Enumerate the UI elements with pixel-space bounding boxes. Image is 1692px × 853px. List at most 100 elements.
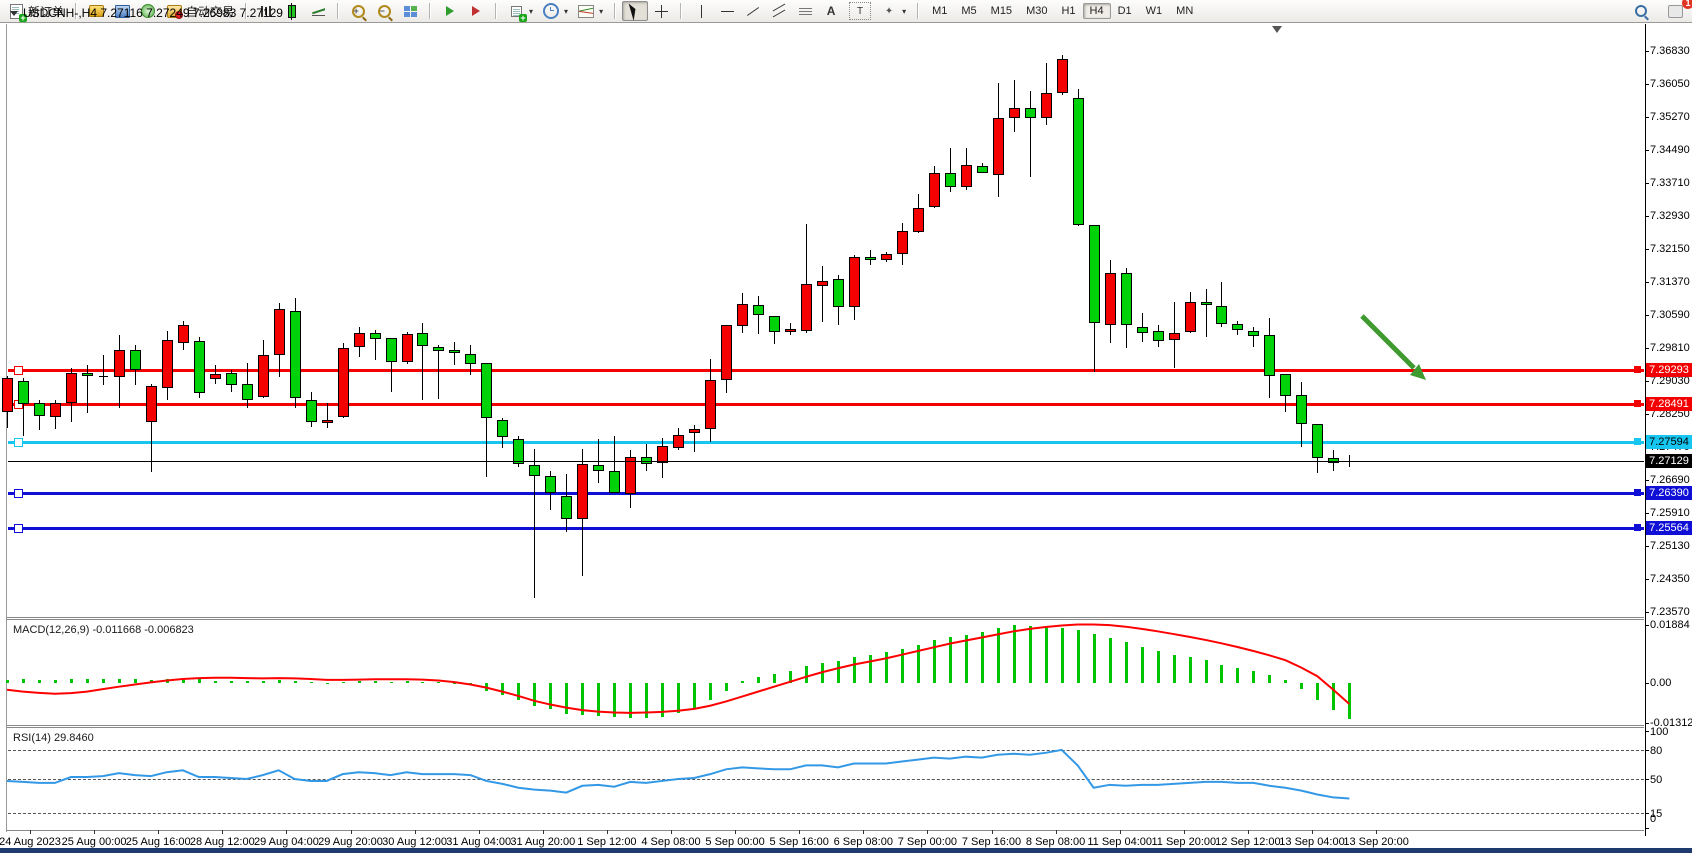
auto-scroll-icon [442,3,458,19]
toolbar-separator [337,3,339,19]
timeframe-w1[interactable]: W1 [1139,3,1170,19]
date-axis-tick [286,830,287,834]
timeframe-h4[interactable]: H4 [1083,3,1111,19]
search-icon [1633,3,1649,19]
date-axis-tick [94,830,95,834]
date-axis-label: 5 Sep 00:00 [705,836,764,848]
timeframe-m1[interactable]: M1 [925,3,954,19]
clock-icon [543,3,559,19]
date-axis-tick [1248,830,1249,834]
tile-windows-button[interactable] [397,1,423,21]
chart-shift-button[interactable] [463,1,489,21]
dropdown-arrow-icon: ▾ [902,7,906,16]
line-chart-mode-button[interactable] [305,1,331,21]
tile-windows-icon [402,3,418,19]
vertical-line-tool-button[interactable] [688,1,714,21]
date-axis-tick [863,830,864,834]
zoom-in-button[interactable]: + [345,1,371,21]
indicator-lines [0,22,1692,848]
date-axis-label: 5 Sep 16:00 [770,836,829,848]
macd-label: MACD(12,26,9) -0.011668 -0.006823 [13,624,194,636]
date-axis-tick [1376,830,1377,834]
date-axis-tick [992,830,993,834]
chart-title-row: USDCNH-,H4 7.27116 7.27249 7.26983 7.271… [10,6,283,20]
zoom-out-icon: − [376,3,392,19]
date-axis-tick [1312,830,1313,834]
status-strip [0,848,1692,853]
date-axis-tick [1056,830,1057,834]
date-axis-tick [479,830,480,834]
toolbar-separator [495,3,497,19]
zoom-in-icon: + [350,3,366,19]
date-axis-label: 7 Sep 16:00 [962,836,1021,848]
date-axis-label: 29 Aug 20:00 [318,836,383,848]
date-axis-tick [415,830,416,834]
zoom-out-button[interactable]: − [371,1,397,21]
timeframe-d1[interactable]: D1 [1111,3,1139,19]
crosshair-tool-button[interactable] [648,1,674,21]
new-chart-button[interactable]: +▾ [503,1,538,21]
text-tool-button[interactable]: A [818,1,844,21]
dropdown-arrow-icon: ▾ [564,7,568,16]
date-axis-label: 29 Aug 04:00 [254,836,319,848]
date-axis-tick [30,830,31,834]
annotation-arrow-line[interactable] [1362,316,1414,368]
arrows-tool-button[interactable]: ✦▾ [876,1,911,21]
toolbar-separator [680,3,682,19]
timeframe-m30[interactable]: M30 [1019,3,1054,19]
chart-window[interactable]: 7.368307.360507.352707.344907.337107.329… [0,22,1692,848]
trading-terminal: { "toolbar": { "new_order_label": "新订单",… [0,0,1692,853]
date-axis-label: 28 Aug 12:00 [190,836,255,848]
date-axis-tick [351,830,352,834]
auto-scroll-button[interactable] [437,1,463,21]
timeframe-mn[interactable]: MN [1169,3,1200,19]
date-axis-label: 1 Sep 12:00 [577,836,636,848]
toolbar-separator [917,3,919,19]
channel-tool-button[interactable] [766,1,792,21]
fibonacci-icon [797,3,813,19]
date-axis-label: 13 Sep 04:00 [1279,836,1344,848]
equidistant-channel-icon [771,3,787,19]
cursor-tool-button[interactable] [622,1,648,21]
dropdown-arrow-icon: ▾ [599,7,603,16]
cursor-icon [627,3,643,19]
toolbar-separator [614,3,616,19]
dropdown-arrow-icon: ▾ [529,7,533,16]
rsi-line [7,750,1349,799]
trendline-tool-button[interactable] [740,1,766,21]
chart-menu-icon[interactable] [10,11,18,16]
template-chart-icon [578,3,594,19]
date-axis-label: 4 Sep 08:00 [641,836,700,848]
search-button[interactable] [1628,1,1654,21]
date-axis-tick [1184,830,1185,834]
date-axis-tick [671,830,672,834]
templates-button[interactable]: ▾ [573,1,608,21]
line-chart-icon [310,3,326,19]
date-axis-label: 6 Sep 08:00 [834,836,893,848]
date-axis-label: 12 Sep 12:00 [1215,836,1280,848]
timeframe-m5[interactable]: M5 [954,3,983,19]
date-axis-tick [927,830,928,834]
date-axis-label: 11 Sep 20:00 [1151,836,1216,848]
toolbar-separator [429,3,431,19]
periods-button[interactable]: ▾ [538,1,573,21]
macd-signal-line [7,625,1349,713]
rsi-label: RSI(14) 29.8460 [13,732,94,744]
date-axis-label: 31 Aug 20:00 [510,836,575,848]
chart-shift-icon [468,3,484,19]
candlestick-icon [284,3,300,19]
notifications-button[interactable]: 1 [1662,1,1688,21]
text-label-tool-button[interactable]: T [844,0,876,22]
date-axis-label: 31 Aug 04:00 [446,836,511,848]
timeframe-group: M1M5M15M30H1H4D1W1MN [922,0,1203,22]
date-axis-tick [607,830,608,834]
vertical-line-icon [693,3,709,19]
timeframe-m15[interactable]: M15 [984,3,1019,19]
horizontal-line-tool-button[interactable] [714,1,740,21]
date-axis-tick [222,830,223,834]
date-axis-label: 13 Sep 20:00 [1343,836,1408,848]
timeframe-h1[interactable]: H1 [1054,3,1082,19]
chat-icon [1667,3,1683,19]
fibonacci-tool-button[interactable] [792,1,818,21]
chart-title: USDCNH-,H4 7.27116 7.27249 7.26983 7.271… [23,6,283,20]
